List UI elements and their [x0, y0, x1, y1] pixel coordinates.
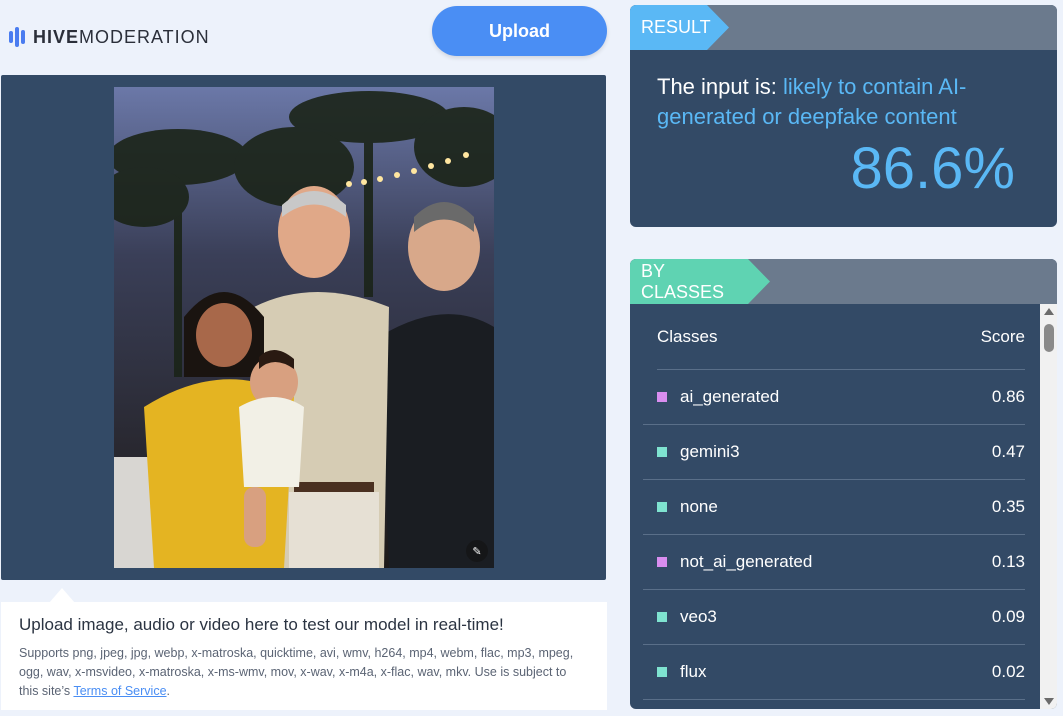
- info-text: Supports png, jpeg, jpg, webp, x-matrosk…: [19, 644, 589, 701]
- classes-header: BY CLASSES: [630, 259, 1057, 304]
- class-score: 0.86: [991, 387, 1025, 406]
- logo-text-bold: HIVE: [33, 26, 80, 47]
- class-swatch-icon: [657, 612, 667, 622]
- class-row: flux 0.02: [643, 645, 1025, 700]
- class-name: ai_generated: [680, 387, 780, 406]
- class-name: none: [680, 497, 718, 516]
- class-score: 0.47: [991, 442, 1025, 461]
- class-name-cell: not_ai_generated: [657, 552, 812, 572]
- class-swatch-icon: [657, 447, 667, 457]
- info-caret: [49, 588, 75, 603]
- logo-text-light: MODERATION: [79, 26, 210, 47]
- scroll-up-icon[interactable]: [1044, 308, 1054, 315]
- class-swatch-icon: [657, 667, 667, 677]
- class-swatch-icon: [657, 502, 667, 512]
- scroll-thumb[interactable]: [1044, 324, 1054, 352]
- class-name: not_ai_generated: [680, 552, 813, 571]
- info-title: Upload image, audio or video here to tes…: [19, 615, 504, 634]
- upload-button[interactable]: Upload: [432, 6, 607, 56]
- class-name-cell: veo3: [657, 607, 717, 627]
- terms-of-service-link[interactable]: Terms of Service: [73, 684, 166, 698]
- class-row: none 0.35: [643, 480, 1025, 535]
- class-score: 0.09: [991, 607, 1025, 626]
- classes-scrollbar[interactable]: [1040, 304, 1057, 709]
- class-row: ai_generated 0.86: [643, 370, 1025, 425]
- result-tag: RESULT: [630, 5, 729, 50]
- class-score: 0.35: [991, 497, 1025, 516]
- class-name-cell: flux: [657, 662, 706, 682]
- classes-table: Classes Score ai_generated 0.86 gemini3 0.4…: [630, 304, 1040, 709]
- image-preview-panel[interactable]: ✎: [1, 75, 606, 580]
- score-column-header: Score: [980, 326, 1025, 346]
- image-settings-icon[interactable]: ✎: [466, 540, 488, 562]
- classes-tag: BY CLASSES: [630, 259, 770, 304]
- classes-column-header: Classes: [657, 326, 718, 346]
- result-statement: The input is: likely to contain AI-gener…: [657, 72, 1037, 132]
- logo-text: HIVEMODERATION: [33, 27, 210, 48]
- class-swatch-icon: [657, 392, 667, 402]
- uploaded-photo: ✎: [114, 87, 494, 568]
- result-header: RESULT: [630, 5, 1057, 50]
- class-name: veo3: [680, 607, 717, 626]
- class-name-cell: none: [657, 497, 718, 517]
- classes-panel: BY CLASSES Classes Score ai_generated 0.8…: [630, 259, 1057, 709]
- hive-logo[interactable]: HIVEMODERATION: [9, 24, 210, 50]
- class-row: gemini3 0.47: [643, 425, 1025, 480]
- class-row: veo3 0.09: [643, 590, 1025, 645]
- class-name-cell: gemini3: [657, 442, 740, 462]
- result-panel: RESULT The input is: likely to contain A…: [630, 5, 1057, 227]
- info-suffix: .: [166, 684, 171, 698]
- class-score: 0.02: [991, 662, 1025, 681]
- class-score: 0.13: [991, 552, 1025, 571]
- class-name: flux: [680, 662, 707, 681]
- hive-bars-icon: [9, 27, 25, 47]
- scroll-down-icon[interactable]: [1044, 698, 1054, 705]
- class-swatch-icon: [657, 557, 667, 567]
- upload-info-box: Upload image, audio or video here to tes…: [1, 602, 607, 710]
- result-prefix: The input is:: [657, 74, 783, 99]
- class-row: not_ai_generated 0.13: [643, 535, 1025, 590]
- class-name-cell: ai_generated: [657, 387, 779, 407]
- class-name: gemini3: [680, 442, 740, 461]
- result-score: 86.6%: [850, 136, 1015, 201]
- classes-table-header: Classes Score: [657, 304, 1025, 370]
